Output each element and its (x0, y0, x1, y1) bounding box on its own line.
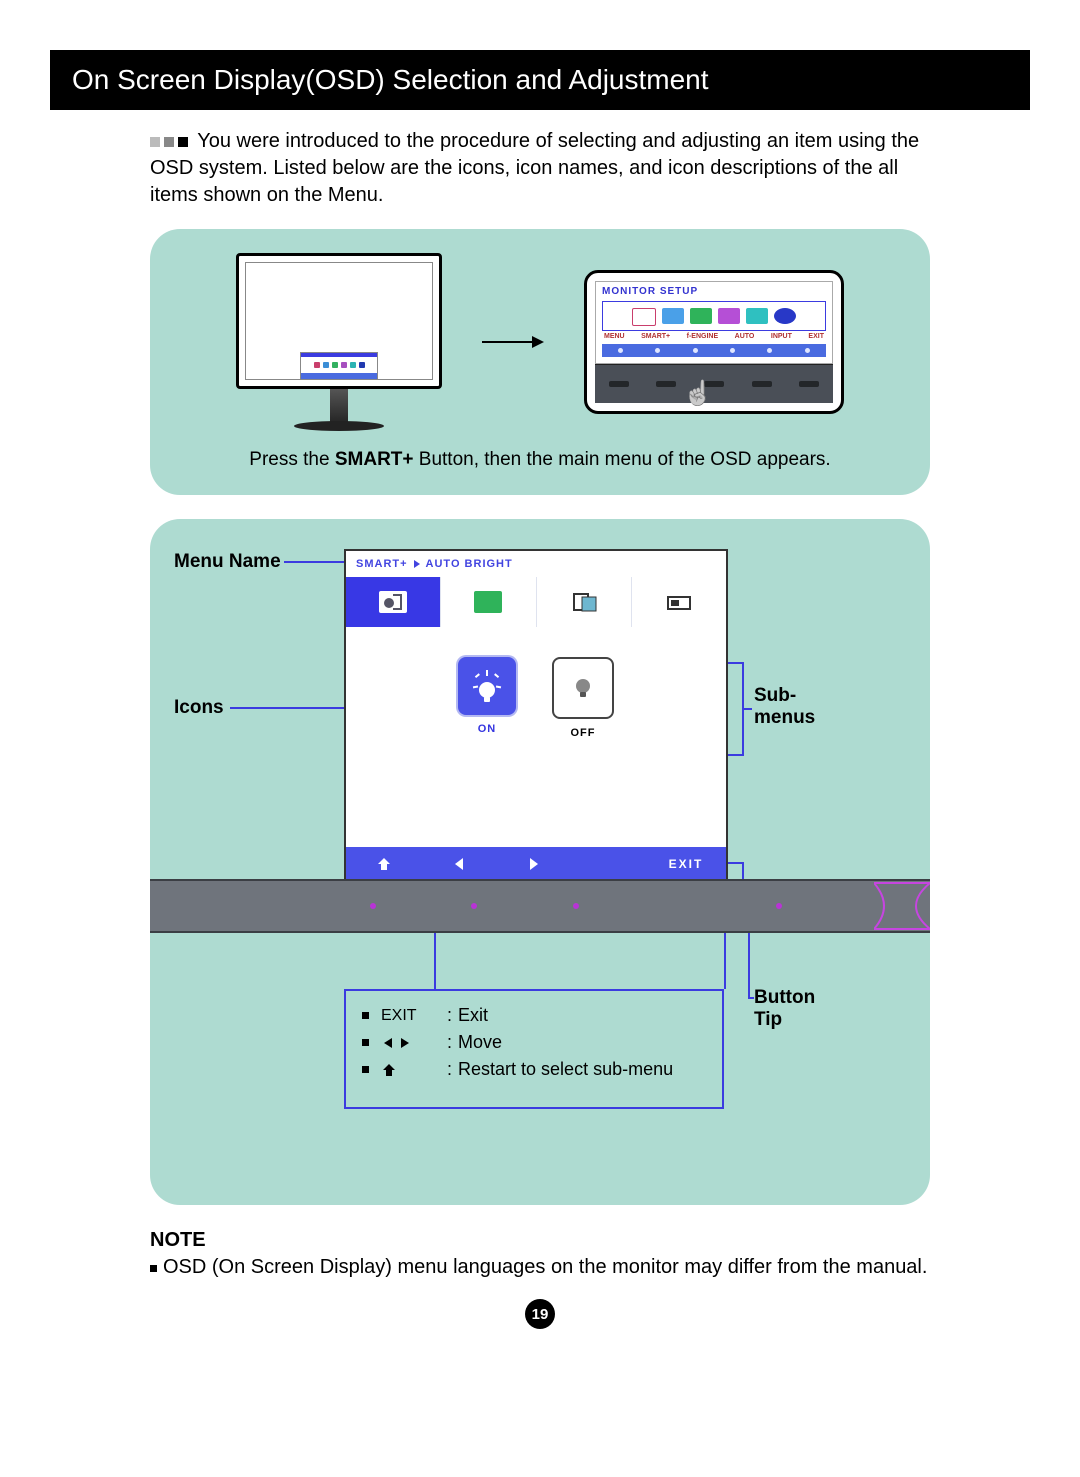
icons-label: Icons (174, 697, 224, 719)
panel1-caption: Press the SMART+ Button, then the main m… (182, 449, 898, 471)
home-up-icon (346, 856, 421, 872)
bullet-icon (150, 128, 192, 155)
note-body: OSD (On Screen Display) menu languages o… (163, 1256, 927, 1278)
tab-auto-bright (346, 577, 441, 627)
arrow-right-icon (482, 336, 544, 348)
bulb-off-icon (552, 657, 614, 719)
intro-paragraph: You were introduced to the procedure of … (50, 110, 1030, 221)
page-number: 19 (525, 1299, 555, 1329)
bezel-button-dot (776, 903, 782, 909)
button-tip-label: Button Tip (754, 987, 815, 1031)
web-icon (570, 591, 598, 613)
osd-footer-bar: EXIT (346, 847, 726, 881)
sub-menus-label: Sub- menus (754, 685, 815, 729)
section-title: On Screen Display(OSD) Selection and Adj… (72, 64, 709, 95)
option-off: OFF (552, 657, 614, 739)
off-label: OFF (552, 727, 614, 739)
illustration-panel-2: Menu Name Icons Sub- menus Button Tip (150, 519, 930, 1205)
chevron-right-icon (414, 560, 420, 568)
zoomed-osd-illustration: MONITOR SETUP MENU SMART+ f-ENGINE AUTO (584, 270, 844, 414)
menu-name-label: Menu Name (174, 551, 281, 573)
bezel-edge-icon (874, 881, 930, 931)
note-title: NOTE (150, 1229, 930, 1252)
nav-left-icon (421, 857, 496, 872)
button-tip-legend: EXIT : Exit : Move (344, 989, 724, 1109)
legend-row: : Restart to select sub-menu (362, 1059, 706, 1080)
monitor-illustration (236, 253, 442, 431)
bulb-on-icon (458, 657, 516, 715)
tab-web (537, 577, 632, 627)
bezel-button-dot (573, 903, 579, 909)
bullet-icon (150, 1265, 157, 1272)
zoom-labels-row: MENU SMART+ f-ENGINE AUTO INPUT EXIT (596, 331, 832, 344)
nav-right-icon (496, 857, 571, 872)
legend-desc: Exit (458, 1005, 488, 1026)
monitor-setup-label: MONITOR SETUP (596, 282, 832, 301)
auto-bright-icon (379, 591, 407, 613)
bezel-bar (150, 879, 930, 933)
bezel-button-dot (370, 903, 376, 909)
tab-original-ratio (441, 577, 536, 627)
ratio-icon (474, 591, 502, 613)
bezel-button-dot (471, 903, 477, 909)
pointer-hand-icon: ☝ (683, 379, 713, 408)
osd-breadcrumb: SMART+ AUTO BRIGHT (346, 551, 726, 577)
exit-label: EXIT (646, 857, 726, 871)
bullet-icon (362, 1012, 369, 1019)
on-label: ON (458, 723, 516, 735)
option-on: ON (458, 657, 516, 735)
tab-cinema (632, 577, 726, 627)
legend-desc: Restart to select sub-menu (458, 1059, 673, 1080)
bullet-icon (362, 1039, 369, 1046)
home-up-icon (381, 1062, 441, 1078)
intro-text: You were introduced to the procedure of … (150, 130, 919, 206)
bullet-icon (362, 1066, 369, 1073)
legend-desc: Move (458, 1032, 502, 1053)
legend-row: EXIT : Exit (362, 1005, 706, 1026)
legend-row: : Move (362, 1032, 706, 1053)
section-header: On Screen Display(OSD) Selection and Adj… (50, 50, 1030, 110)
arrows-lr-icon (381, 1036, 441, 1050)
osd-tab-row (346, 577, 726, 627)
cinema-icon (665, 591, 693, 613)
illustration-panel-1: MONITOR SETUP MENU SMART+ f-ENGINE AUTO (150, 229, 930, 495)
note-section: NOTE OSD (On Screen Display) menu langua… (150, 1229, 930, 1279)
osd-window: SMART+ AUTO BRIGHT (344, 549, 728, 883)
